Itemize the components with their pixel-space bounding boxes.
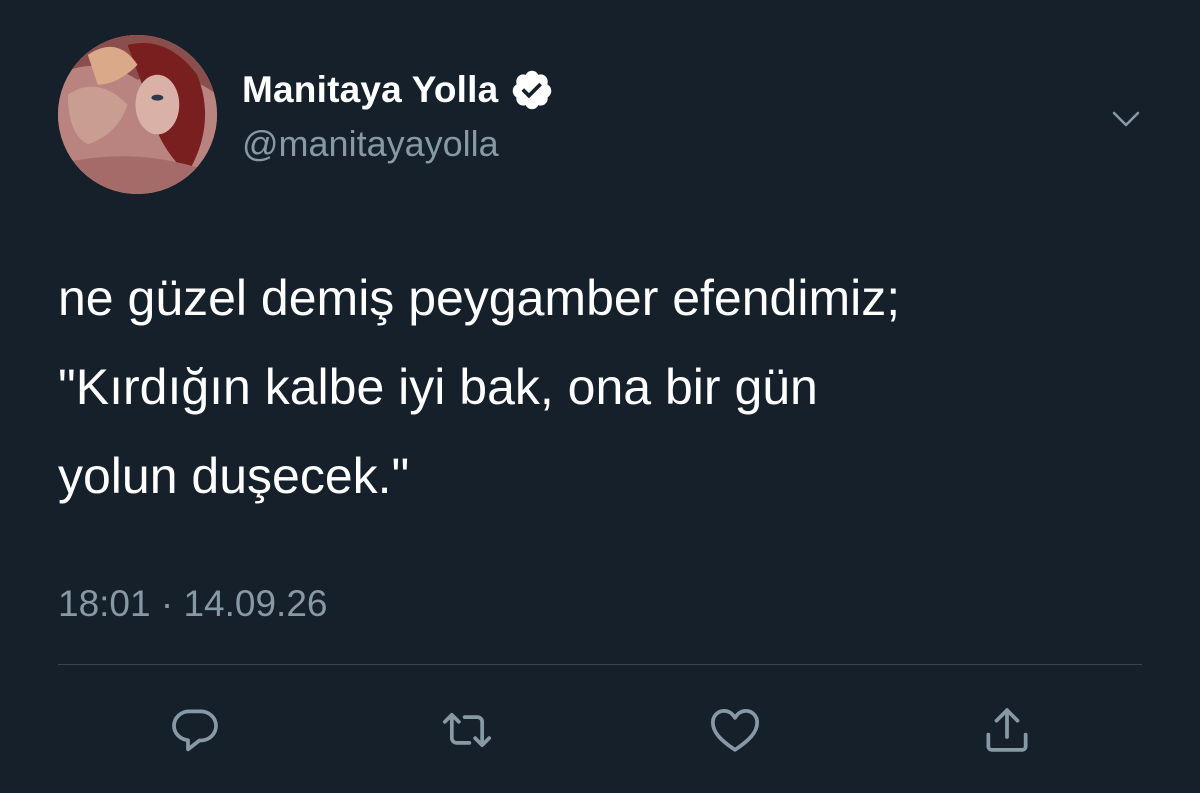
user-handle[interactable]: @manitayayolla — [242, 122, 499, 166]
like-button[interactable] — [705, 700, 765, 760]
chevron-down-icon[interactable] — [1108, 100, 1144, 136]
tweet-timestamp[interactable]: 18:01 · 14.09.26 — [58, 580, 328, 628]
tweet-text-line: yolun duşecek." — [58, 448, 410, 504]
tweet-text-line: "Kırdığın kalbe iyi bak, ona bir gün — [58, 359, 818, 415]
tweet-card: Manitaya Yolla @manitayayolla ne güzel d… — [0, 0, 1200, 793]
retweet-icon — [442, 712, 492, 748]
reply-button[interactable] — [165, 700, 225, 760]
display-name-row: Manitaya Yolla — [242, 66, 554, 114]
reply-icon — [172, 709, 218, 752]
avatar[interactable] — [58, 35, 217, 194]
action-bar — [0, 700, 1200, 760]
tweet-text: ne güzel demiş peygamber efendimiz; "Kır… — [58, 254, 1158, 521]
display-name[interactable]: Manitaya Yolla — [242, 66, 498, 114]
retweet-button[interactable] — [437, 700, 497, 760]
share-button[interactable] — [977, 700, 1037, 760]
divider — [58, 664, 1142, 665]
tweet-text-line: ne güzel demiş peygamber efendimiz; — [58, 270, 901, 326]
verified-badge-icon — [510, 68, 554, 112]
share-icon — [986, 708, 1028, 752]
heart-icon — [710, 709, 760, 752]
